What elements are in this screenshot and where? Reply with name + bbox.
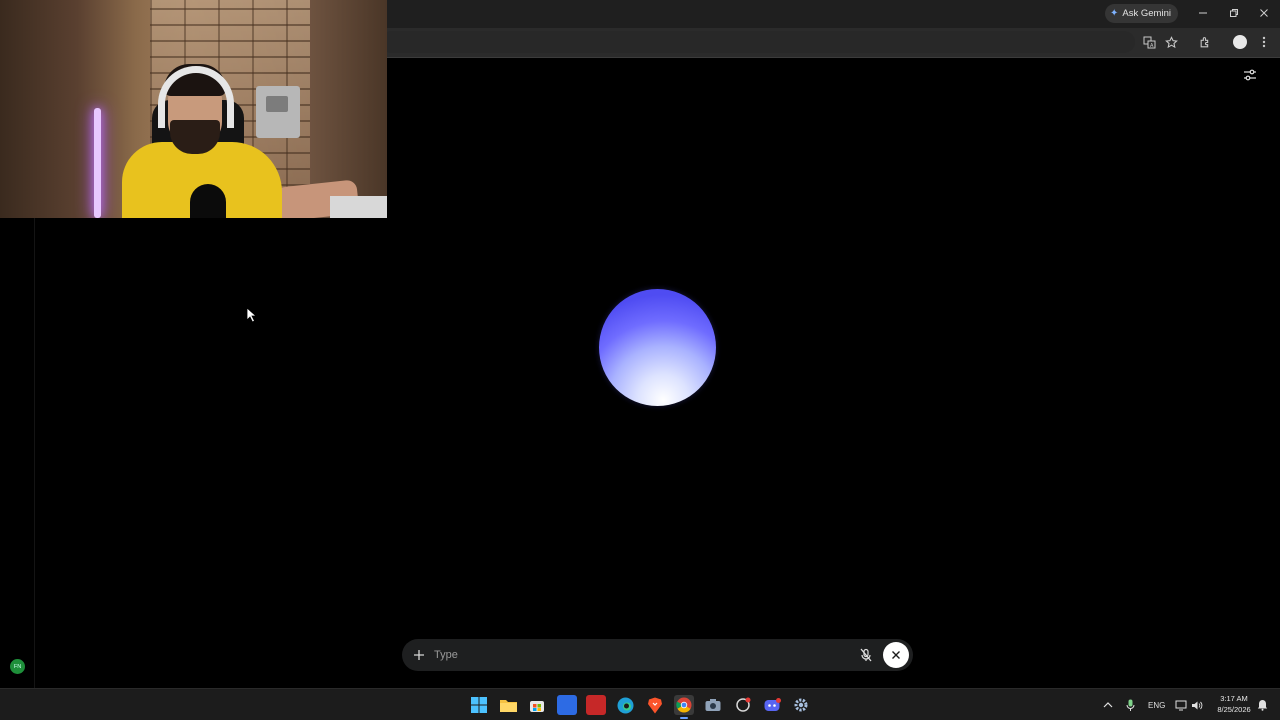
type-input[interactable] (434, 645, 854, 665)
app-icon[interactable] (557, 695, 577, 715)
gemini-live-orb (599, 289, 716, 406)
notification-icon[interactable] (1257, 689, 1268, 720)
clock-date: 8/25/2026 (1217, 705, 1251, 714)
windows-taskbar: ENG 3:17 AM 8/25/2026 (0, 688, 1280, 720)
neon-light (94, 108, 101, 218)
ask-gemini-button[interactable]: ✦ Ask Gemini (1105, 4, 1178, 23)
folder-icon[interactable] (498, 695, 518, 715)
translate-icon[interactable]: A (1141, 34, 1157, 50)
plus-icon[interactable] (410, 646, 428, 664)
wall-plaque (256, 86, 300, 138)
tray-chevron-up-icon[interactable] (1103, 689, 1113, 720)
mouse-cursor-icon (246, 307, 258, 323)
sidebar-divider (34, 218, 35, 688)
language-indicator[interactable]: ENG (1148, 689, 1165, 720)
screen: ✦ Ask Gemini A FN Type ENG 3:17 AM 8/25/… (0, 0, 1280, 720)
address-bar[interactable] (380, 31, 1135, 53)
camera-icon[interactable] (703, 695, 723, 715)
close-icon (892, 651, 900, 659)
profile-icon[interactable] (1233, 35, 1247, 49)
live-input-bar (402, 639, 913, 671)
taskbar-clock[interactable]: 3:17 AM 8/25/2026 (1209, 693, 1259, 715)
mic-icon[interactable] (1126, 689, 1135, 720)
end-session-button[interactable] (883, 642, 909, 668)
minimize-icon[interactable] (1192, 4, 1214, 22)
chrome-icon[interactable] (674, 695, 694, 719)
gemini-spark-icon: ✦ (1110, 7, 1119, 19)
network-icon[interactable] (1175, 689, 1187, 720)
app-icon[interactable] (733, 695, 753, 715)
clock-time: 3:17 AM (1220, 694, 1248, 703)
app-icon[interactable] (586, 695, 606, 715)
language-label: ENG (1148, 700, 1166, 710)
ask-gemini-label: Ask Gemini (1122, 8, 1171, 19)
restore-icon[interactable] (1223, 4, 1245, 22)
star-icon[interactable] (1163, 34, 1179, 50)
sliders-icon[interactable] (1242, 67, 1258, 83)
svg-text:A: A (1150, 43, 1154, 49)
discord-icon[interactable] (762, 695, 782, 715)
edge-icon[interactable] (615, 695, 635, 715)
gear-icon[interactable] (791, 695, 811, 715)
volume-icon[interactable] (1191, 689, 1203, 720)
desk (330, 196, 387, 218)
close-icon[interactable] (1253, 4, 1275, 22)
windows-icon[interactable] (469, 695, 489, 715)
mic-off-icon[interactable] (858, 647, 874, 663)
microphone (190, 184, 226, 218)
brave-icon[interactable] (645, 695, 665, 715)
webcam-overlay (0, 0, 387, 218)
more-vert-icon[interactable] (1256, 34, 1272, 50)
account-badge-label: FN (13, 663, 22, 670)
extensions-icon[interactable] (1197, 34, 1213, 50)
store-icon[interactable] (527, 695, 547, 715)
account-badge[interactable]: FN (10, 659, 25, 674)
